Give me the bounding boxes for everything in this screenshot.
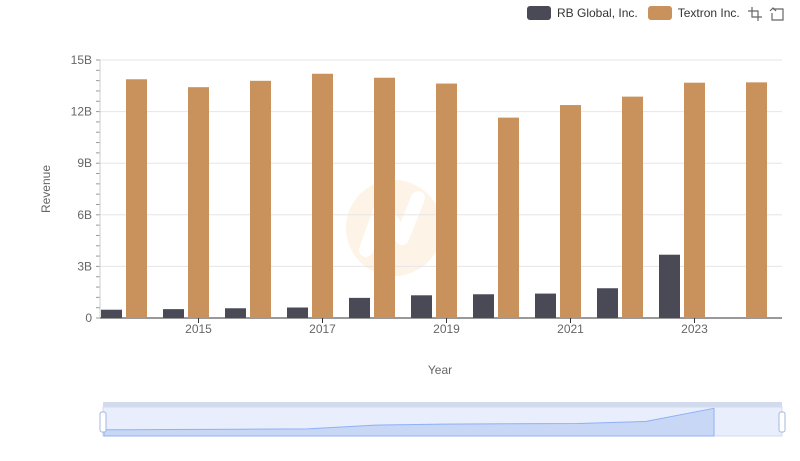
y-tick-label: 6B xyxy=(77,208,92,222)
revenue-chart: 0 3B 6B 9B 12B 15B 2015 2017 2019 2021 2023 Reven… xyxy=(39,53,786,437)
legend-swatch xyxy=(527,6,551,20)
bar-textron-2022[interactable] xyxy=(622,96,643,318)
bar-rb-global-2022[interactable] xyxy=(597,288,618,318)
bar-textron-2019[interactable] xyxy=(436,83,457,319)
x-axis: 2015 2017 2019 2021 2023 xyxy=(100,317,782,336)
legend-label: Textron Inc. xyxy=(677,6,740,20)
zoom-handle-bar[interactable] xyxy=(103,402,782,407)
bar-textron-2021[interactable] xyxy=(560,105,581,319)
data-zoom-slider[interactable] xyxy=(99,402,786,437)
toolbox xyxy=(747,6,785,22)
bar-rb-global-2018[interactable] xyxy=(349,297,370,318)
bar-textron-2017[interactable] xyxy=(312,73,333,318)
legend-item[interactable]: Textron Inc. xyxy=(647,6,740,20)
bar-rb-global-2014[interactable] xyxy=(101,309,122,318)
legend: RB Global, Inc. Textron Inc. xyxy=(527,4,740,22)
zoom-icon[interactable] xyxy=(747,6,763,22)
y-tick-label: 0 xyxy=(85,311,92,325)
bar-textron-2023[interactable] xyxy=(684,82,705,318)
bar-rb-global-2017[interactable] xyxy=(287,307,308,318)
bar-textron-2014[interactable] xyxy=(126,79,147,318)
legend-item[interactable]: RB Global, Inc. xyxy=(527,6,638,20)
y-tick-label: 12B xyxy=(71,105,92,119)
bar-rb-global-2019[interactable] xyxy=(411,295,432,318)
bar-rb-global-2020[interactable] xyxy=(473,294,494,318)
x-tick-label: 2021 xyxy=(557,322,584,336)
y-tick-label: 3B xyxy=(77,259,92,273)
zoom-handle-right[interactable] xyxy=(778,411,786,433)
zoom-handle-left[interactable] xyxy=(99,411,107,433)
restore-icon[interactable] xyxy=(769,6,785,22)
y-tick-label: 15B xyxy=(71,53,92,67)
x-tick-label: 2019 xyxy=(433,322,460,336)
bar-rb-global-2023[interactable] xyxy=(659,254,680,318)
bar-textron-2015[interactable] xyxy=(188,87,209,319)
x-tick-label: 2015 xyxy=(185,322,212,336)
bar-textron-2018[interactable] xyxy=(374,77,395,318)
legend-swatch xyxy=(647,6,672,20)
bar-rb-global-2016[interactable] xyxy=(225,308,246,318)
x-tick-label: 2017 xyxy=(309,322,336,336)
bar-textron-2020[interactable] xyxy=(498,117,519,319)
bar-textron-2024[interactable] xyxy=(746,82,767,318)
x-tick-label: 2023 xyxy=(681,322,708,336)
legend-label: RB Global, Inc. xyxy=(557,6,638,20)
x-axis-label: Year xyxy=(428,363,452,377)
y-tick-label: 9B xyxy=(77,156,92,170)
bars[interactable] xyxy=(101,73,767,319)
bar-rb-global-2021[interactable] xyxy=(535,293,556,318)
y-axis-label: Revenue xyxy=(39,165,53,213)
bar-textron-2016[interactable] xyxy=(250,80,271,318)
bar-rb-global-2015[interactable] xyxy=(163,309,184,318)
y-axis: 0 3B 6B 9B 12B 15B xyxy=(71,53,101,325)
